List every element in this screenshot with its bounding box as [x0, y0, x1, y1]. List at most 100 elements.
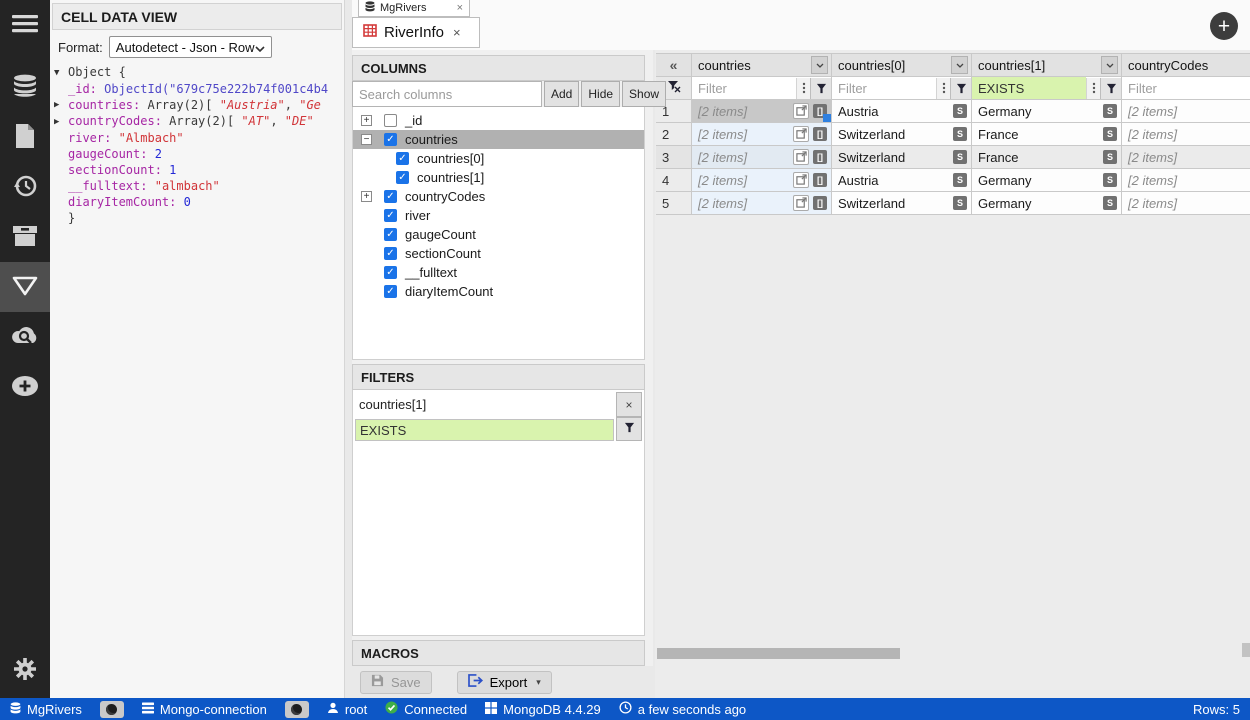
sidebar-item-documents[interactable] [0, 112, 50, 162]
column-checkbox[interactable]: ✓ [396, 171, 409, 184]
tab-collection[interactable]: RiverInfo × [352, 17, 480, 48]
filter-funnel-button[interactable] [1100, 78, 1121, 99]
sidebar-item-databases[interactable] [0, 62, 50, 112]
row-number[interactable]: 5 [656, 192, 692, 215]
grid-column-header-countries[interactable]: countries [692, 53, 832, 77]
close-icon[interactable]: × [453, 25, 461, 40]
grid-cell-countries[interactable]: [2 items][] [692, 146, 832, 169]
filter-condition[interactable]: EXISTS [355, 419, 614, 441]
sidebar-item-filter-view[interactable] [0, 262, 50, 312]
cell-selection-handle[interactable] [823, 114, 831, 122]
show-column-button[interactable]: Show [622, 81, 666, 107]
grid-filter-input[interactable] [692, 77, 796, 99]
grid-cell-countries[1][interactable]: GermanyS [972, 169, 1122, 192]
column-tree-item-sectionCount[interactable]: ✓sectionCount [353, 244, 644, 263]
column-menu-button[interactable] [951, 56, 968, 74]
json-toggle-right-icon[interactable]: ▶ [54, 114, 68, 130]
settings-button[interactable] [0, 650, 50, 690]
scrollbar-thumb[interactable] [657, 648, 900, 659]
grid-cell-countries[interactable]: [2 items][] [692, 192, 832, 215]
filter-menu-button[interactable] [796, 78, 810, 99]
column-tree-item-__fulltext[interactable]: ✓__fulltext [353, 263, 644, 282]
connection-globe-button[interactable] [285, 701, 309, 718]
grid-cell-countries[0][interactable]: AustriaS [832, 169, 972, 192]
sidebar-item-cloud-search[interactable] [0, 312, 50, 362]
grid-cell-countries[1][interactable]: GermanyS [972, 192, 1122, 215]
sidebar-item-history[interactable] [0, 162, 50, 212]
grid-filter-input[interactable] [1122, 77, 1250, 99]
row-number[interactable]: 4 [656, 169, 692, 192]
json-toggle-right-icon[interactable]: ▶ [54, 97, 68, 113]
json-toggle-down-icon[interactable]: ▼ [54, 65, 68, 81]
column-checkbox[interactable] [384, 114, 397, 127]
open-cell-button[interactable] [793, 103, 809, 119]
column-checkbox[interactable]: ✓ [396, 152, 409, 165]
column-checkbox[interactable]: ✓ [384, 209, 397, 222]
column-tree-item-countries[1][interactable]: ✓countries[1] [353, 168, 644, 187]
grid-cell-countryCodes[interactable]: [2 items] [1122, 192, 1250, 215]
status-connection[interactable]: Mongo-connection [142, 702, 267, 717]
save-button[interactable]: Save [360, 671, 432, 694]
grid-cell-countries[1][interactable]: GermanyS [972, 100, 1122, 123]
filter-menu-button[interactable] [936, 78, 950, 99]
close-icon[interactable]: × [457, 2, 463, 14]
search-columns-input[interactable] [352, 81, 542, 107]
grid-column-header-countryCodes[interactable]: countryCodes [1122, 53, 1250, 77]
status-database[interactable]: MgRivers [10, 702, 82, 717]
vertical-scrollbar[interactable] [1242, 643, 1250, 657]
grid-cell-countryCodes[interactable]: [2 items] [1122, 169, 1250, 192]
sidebar-item-archive[interactable] [0, 212, 50, 262]
grid-cell-countries[interactable]: [2 items][] [692, 123, 832, 146]
column-checkbox[interactable]: ✓ [384, 247, 397, 260]
expand-icon[interactable]: + [361, 191, 372, 202]
horizontal-scrollbar[interactable] [657, 647, 1240, 660]
column-tree-item-countries[interactable]: −✓countries [353, 130, 644, 149]
row-number[interactable]: 2 [656, 123, 692, 146]
grid-cell-countries[interactable]: [2 items][] [692, 169, 832, 192]
column-tree-item-_id[interactable]: +_id [353, 111, 644, 130]
column-tree-item-countries[0][interactable]: ✓countries[0] [353, 149, 644, 168]
export-button[interactable]: Export ▾ [457, 671, 552, 694]
column-menu-button[interactable] [811, 56, 828, 74]
database-globe-button[interactable] [100, 701, 124, 718]
filter-menu-button[interactable] [1086, 78, 1100, 99]
column-checkbox[interactable]: ✓ [384, 266, 397, 279]
grid-column-header-countries[0][interactable]: countries[0] [832, 53, 972, 77]
filter-funnel-button[interactable] [810, 78, 831, 99]
filter-condition-button[interactable] [616, 417, 642, 441]
column-tree-item-river[interactable]: ✓river [353, 206, 644, 225]
collapse-icon[interactable]: − [361, 134, 372, 145]
grid-cell-countries[0][interactable]: SwitzerlandS [832, 123, 972, 146]
active-filter-value[interactable]: EXISTS [972, 77, 1086, 99]
format-select[interactable]: Autodetect - Json - Row [109, 36, 272, 58]
add-tab-button[interactable]: + [1210, 12, 1238, 40]
menu-button[interactable] [0, 0, 50, 50]
open-cell-button[interactable] [793, 172, 809, 188]
column-menu-button[interactable] [1101, 56, 1118, 74]
column-tree-item-diaryItemCount[interactable]: ✓diaryItemCount [353, 282, 644, 301]
grid-filter-input[interactable] [832, 77, 936, 99]
column-tree-item-gaugeCount[interactable]: ✓gaugeCount [353, 225, 644, 244]
collapse-columns-button[interactable]: « [656, 53, 692, 77]
grid-cell-countryCodes[interactable]: [2 items] [1122, 100, 1250, 123]
tab-database[interactable]: MgRivers × [358, 0, 470, 17]
column-checkbox[interactable]: ✓ [384, 228, 397, 241]
grid-cell-countries[0][interactable]: SwitzerlandS [832, 146, 972, 169]
filter-funnel-button[interactable] [950, 78, 971, 99]
grid-cell-countryCodes[interactable]: [2 items] [1122, 146, 1250, 169]
hide-column-button[interactable]: Hide [581, 81, 620, 107]
open-cell-button[interactable] [793, 126, 809, 142]
grid-cell-countries[0][interactable]: SwitzerlandS [832, 192, 972, 215]
remove-filter-button[interactable]: × [616, 392, 642, 417]
grid-cell-countryCodes[interactable]: [2 items] [1122, 123, 1250, 146]
open-cell-button[interactable] [793, 149, 809, 165]
grid-cell-countries[0][interactable]: AustriaS [832, 100, 972, 123]
grid-cell-countries[1][interactable]: FranceS [972, 146, 1122, 169]
grid-cell-countries[1][interactable]: FranceS [972, 123, 1122, 146]
add-column-button[interactable]: Add [544, 81, 579, 107]
open-cell-button[interactable] [793, 195, 809, 211]
grid-column-header-countries[1][interactable]: countries[1] [972, 53, 1122, 77]
expand-icon[interactable]: + [361, 115, 372, 126]
column-tree-item-countryCodes[interactable]: +✓countryCodes [353, 187, 644, 206]
column-checkbox[interactable]: ✓ [384, 285, 397, 298]
